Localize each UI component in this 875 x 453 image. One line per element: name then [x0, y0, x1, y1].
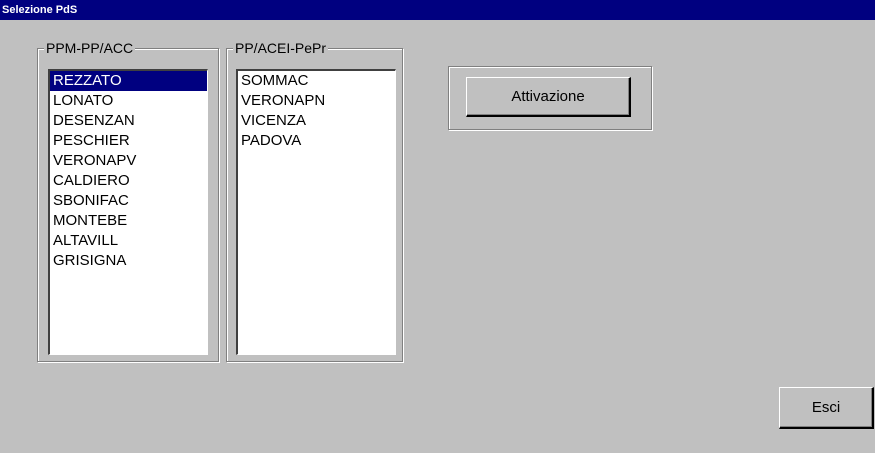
window-title: Selezione PdS [2, 4, 78, 16]
activation-button-label: Attivazione [511, 88, 585, 105]
list-item[interactable]: PESCHIER [50, 131, 207, 151]
group-pp-acei-pepr: PP/ACEI-PePr SOMMAC VERONAPN VICENZA PADOVA [226, 40, 403, 362]
list-item[interactable]: CALDIERO [50, 171, 207, 191]
title-bar[interactable]: Selezione PdS [0, 0, 875, 20]
list-item[interactable]: SBONIFAC [50, 191, 207, 211]
list-item[interactable]: GRISIGNA [50, 251, 207, 271]
list-item[interactable]: ALTAVILL [50, 231, 207, 251]
list-item[interactable]: VERONAPV [50, 151, 207, 171]
list-item[interactable]: VERONAPN [238, 91, 395, 111]
dialog-client-area: PPM-PP/ACC REZZATO LONATO DESENZAN PESCHIER… [12, 28, 874, 453]
exit-button-label: Esci [811, 399, 841, 416]
group-ppm-pp-acc-label: PPM-PP/ACC [44, 40, 136, 56]
list-item[interactable]: SOMMAC [238, 71, 395, 91]
listbox-ppm-pp-acc[interactable]: REZZATO LONATO DESENZAN PESCHIER VERONAPV CAL… [48, 69, 208, 355]
list-item[interactable]: MONTEBE [50, 211, 207, 231]
list-item[interactable]: PADOVA [238, 131, 395, 151]
list-item[interactable]: LONATO [50, 91, 207, 111]
list-item[interactable]: REZZATO [50, 71, 207, 91]
activation-button[interactable]: Attivazione [466, 77, 631, 117]
list-item[interactable]: VICENZA [238, 111, 395, 131]
group-pp-acei-pepr-label: PP/ACEI-PePr [233, 40, 329, 56]
group-ppm-pp-acc: PPM-PP/ACC REZZATO LONATO DESENZAN PESCHIER… [37, 40, 219, 362]
list-item[interactable]: DESENZAN [50, 111, 207, 131]
exit-button[interactable]: Esci [779, 387, 874, 429]
listbox-pp-acei-pepr[interactable]: SOMMAC VERONAPN VICENZA PADOVA [236, 69, 396, 355]
dialog-window: Selezione PdS PPM-PP/ACC REZZATO LONATO DE… [0, 0, 875, 453]
activation-frame: Attivazione [448, 66, 652, 130]
